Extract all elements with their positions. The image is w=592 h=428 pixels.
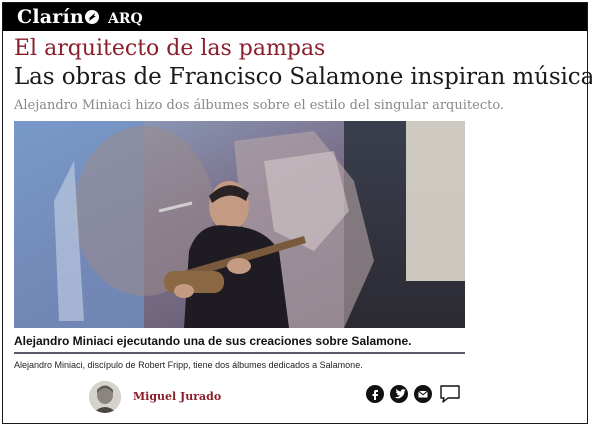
author-avatar[interactable] <box>89 381 121 413</box>
section-label[interactable]: ARQ <box>108 11 143 27</box>
article-headline: Las obras de Francisco Salamone inspiran… <box>14 64 592 90</box>
author-name[interactable]: Miguel Jurado <box>133 390 221 403</box>
article-subhead: Alejandro Miniaci hizo dos álbumes sobre… <box>14 98 505 113</box>
brand-name: Clarín <box>17 6 84 28</box>
photo-caption: Alejandro Miniaci ejecutando una de sus … <box>14 334 412 348</box>
email-icon[interactable] <box>414 385 432 403</box>
photo-description: Alejandro Miniaci, discípulo de Robert F… <box>14 360 363 370</box>
top-bar: Clarín ARQ <box>3 3 587 31</box>
article-kicker: El arquitecto de las pampas <box>14 36 326 61</box>
brand-mark-icon <box>84 10 99 24</box>
caption-divider <box>14 352 465 354</box>
twitter-icon[interactable] <box>390 385 408 403</box>
comment-icon[interactable] <box>439 384 461 404</box>
brand-logo[interactable]: Clarín <box>17 6 99 28</box>
facebook-icon[interactable] <box>366 385 384 403</box>
article-photo <box>14 121 465 328</box>
